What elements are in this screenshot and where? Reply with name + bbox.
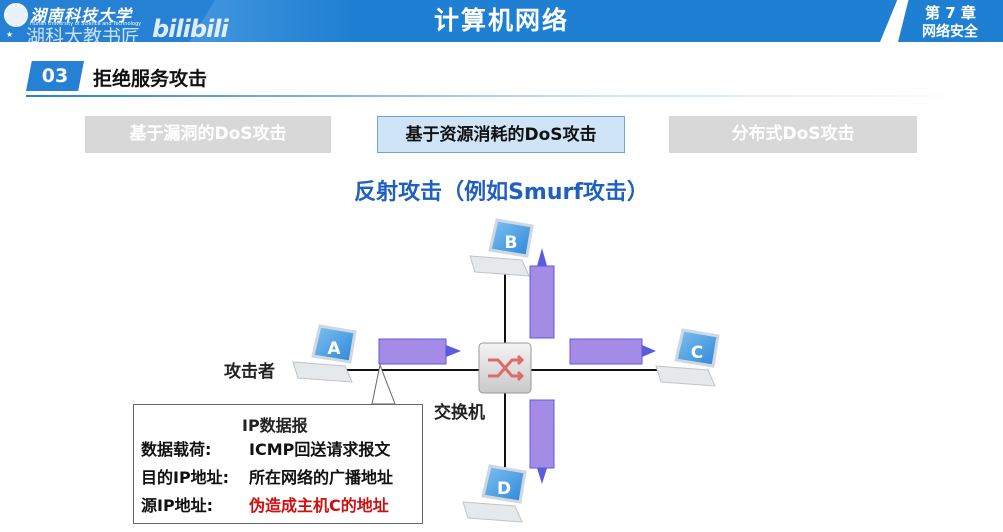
dst-ip-value: 所在网络的广播地址 xyxy=(249,468,394,487)
src-ip-label: 源IP地址: xyxy=(141,496,214,515)
payload-value: ICMP回送请求报文 xyxy=(249,440,391,459)
switch-label: 交换机 xyxy=(434,403,485,423)
host-a-label: A xyxy=(327,339,341,359)
laptop-a-icon xyxy=(292,324,357,383)
src-ip-value: 伪造成主机C的地址 xyxy=(249,496,389,515)
dst-ip-label: 目的IP地址: xyxy=(141,468,230,487)
attacker-label: 攻击者 xyxy=(224,362,275,382)
packet-arrow-to-d xyxy=(529,399,555,484)
packet-arrow-to-c xyxy=(569,338,656,365)
ip-datagram-title: IP数据报 xyxy=(242,416,308,435)
packet-arrow-to-b xyxy=(529,248,555,339)
payload-label: 数据载荷: xyxy=(141,440,212,459)
switch-icon xyxy=(478,342,532,394)
laptop-b-icon xyxy=(469,218,534,277)
laptop-c-icon xyxy=(655,328,720,387)
laptop-d-icon xyxy=(462,464,527,523)
host-c-label: C xyxy=(691,343,703,363)
host-d-label: D xyxy=(497,479,511,499)
host-b-label: B xyxy=(505,233,518,253)
packet-arrow-to-switch xyxy=(378,338,461,365)
